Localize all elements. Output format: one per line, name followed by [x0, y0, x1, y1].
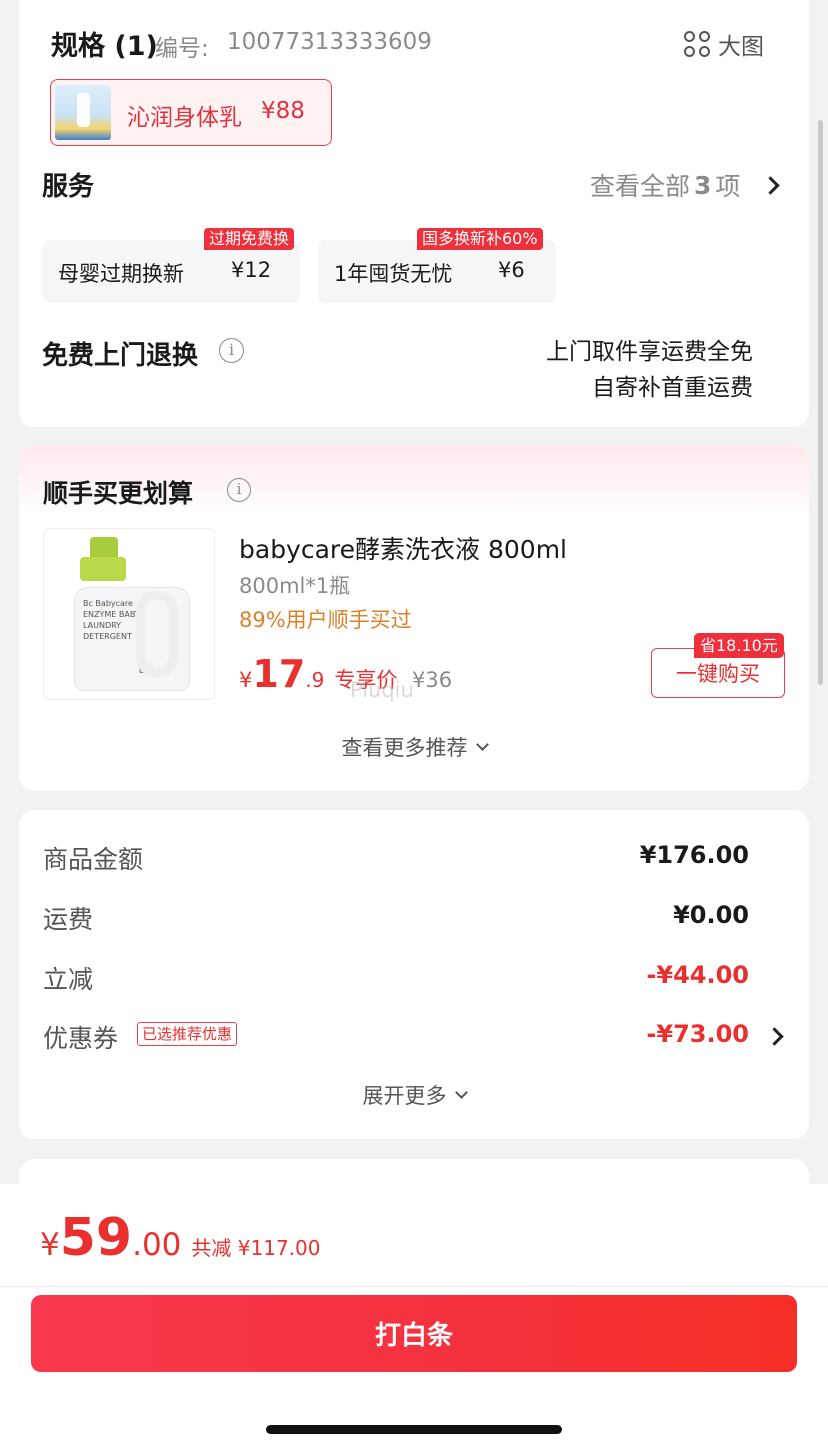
coupon-tag: 已选推荐优惠: [137, 1022, 238, 1046]
service-price: ¥6: [498, 258, 525, 282]
product-thumbnail: [55, 85, 111, 140]
price-decimal: .9: [305, 668, 325, 692]
price-integer: 59: [59, 1208, 133, 1268]
original-price: ¥36: [412, 668, 453, 692]
bottle-desc: ENZYME BABY LAUNDRY DETERGENT: [83, 610, 140, 641]
bottle-brand: Bc Babycare: [83, 599, 133, 608]
watermark: Piuqiu: [350, 678, 414, 702]
coupon-label[interactable]: 优惠券: [43, 1019, 118, 1055]
services-title: 服务: [42, 172, 95, 202]
recommend-product-name[interactable]: babycare酵素洗衣液 800ml: [239, 530, 567, 566]
save-badge: 省18.10元: [694, 633, 784, 658]
service-tag: 国多换新补60%: [417, 228, 543, 250]
price-integer: 17: [252, 652, 306, 696]
recommend-product-spec: 800ml*1瓶: [239, 574, 351, 598]
info-icon[interactable]: i: [227, 478, 251, 502]
big-image-button[interactable]: 大图: [684, 27, 764, 61]
price-decimal: .00: [132, 1227, 182, 1263]
summary-label: 运费: [43, 905, 94, 934]
services-view-all-label: 查看全部: [590, 172, 691, 201]
divider: [0, 1286, 828, 1287]
big-image-label: 大图: [718, 34, 764, 60]
service-option-2[interactable]: 国多换新补60% 1年囤货无忧 ¥6: [318, 228, 556, 303]
chevron-down-icon: [475, 737, 489, 751]
recommend-title: 顺手买更划算: [43, 479, 194, 508]
more-recommendations-label: 查看更多推荐: [341, 736, 468, 760]
total-price: ¥ 59 .00 共减 ¥117.00: [40, 1208, 320, 1268]
spec-option-price: ¥88: [261, 98, 305, 124]
chevron-down-icon: [454, 1085, 468, 1099]
recommend-card: 顺手买更划算 i Bc Babycare ENZYME BABY LAUNDRY…: [19, 446, 809, 791]
chevron-right-icon: [761, 175, 781, 195]
service-price: ¥12: [231, 258, 272, 282]
recommend-product-image[interactable]: Bc Babycare ENZYME BABY LAUNDRY DETERGEN…: [43, 528, 215, 700]
spec-code-label: 编号:: [155, 36, 209, 62]
recommend-bought-rate: 89%用户顺手买过: [239, 608, 412, 632]
free-return-line1: 上门取件享运费全免: [546, 339, 753, 365]
bottle-handle: [136, 591, 178, 677]
services-count-unit: 项: [715, 172, 741, 201]
chevron-right-icon: [765, 1027, 784, 1046]
services-count: 3: [694, 170, 712, 200]
service-option-1[interactable]: 过期免费换 母婴过期换新 ¥12: [42, 228, 300, 303]
bottle-label: Bc Babycare ENZYME BABY LAUNDRY DETERGEN…: [83, 598, 143, 642]
expand-more-button[interactable]: 展开更多: [19, 1080, 809, 1110]
spec-option-name: 沁润身体乳: [127, 105, 242, 131]
coupon-value[interactable]: -¥73.00: [646, 1020, 749, 1048]
service-name: 1年囤货无忧: [334, 262, 453, 286]
summary-value: ¥176.00: [639, 841, 749, 869]
grid-icon: [684, 31, 710, 57]
spec-card: 规格 (1) 编号: 10077313333609 大图 沁润身体乳 ¥88 服…: [19, 0, 809, 427]
spec-code: 10077313333609: [227, 29, 432, 55]
bottle-neck: [80, 557, 126, 581]
services-view-all[interactable]: 查看全部 3 项: [590, 167, 781, 203]
service-name: 母婴过期换新: [58, 262, 184, 286]
spec-title: 规格 (1): [51, 31, 158, 62]
service-tag: 过期免费换: [204, 228, 295, 250]
summary-value: ¥0.00: [673, 901, 749, 929]
total-saved: 共减 ¥117.00: [191, 1236, 321, 1260]
expand-more-label: 展开更多: [362, 1084, 447, 1108]
summary-label: 立减: [43, 965, 94, 994]
more-recommendations-button[interactable]: 查看更多推荐: [19, 732, 809, 762]
free-return-line2: 自寄补首重运费: [592, 375, 753, 401]
pay-button[interactable]: 打白条: [31, 1295, 797, 1372]
summary-label: 商品金额: [43, 845, 144, 874]
info-icon[interactable]: i: [219, 338, 244, 363]
coupon-chevron[interactable]: [765, 1027, 784, 1047]
scrollbar[interactable]: [818, 120, 823, 685]
free-return-title: 免费上门退换: [42, 341, 199, 371]
home-indicator[interactable]: [266, 1425, 562, 1434]
summary-value: -¥44.00: [646, 961, 749, 989]
price-symbol: ¥: [239, 668, 253, 692]
price-symbol: ¥: [40, 1227, 60, 1263]
checkout-bar: ¥ 59 .00 共减 ¥117.00 打白条: [0, 1184, 828, 1450]
price-summary-card: 商品金额 ¥176.00 运费 ¥0.00 立减 -¥44.00 优惠券 已选推…: [19, 810, 809, 1139]
spec-option-chip[interactable]: 沁润身体乳 ¥88: [50, 79, 332, 146]
